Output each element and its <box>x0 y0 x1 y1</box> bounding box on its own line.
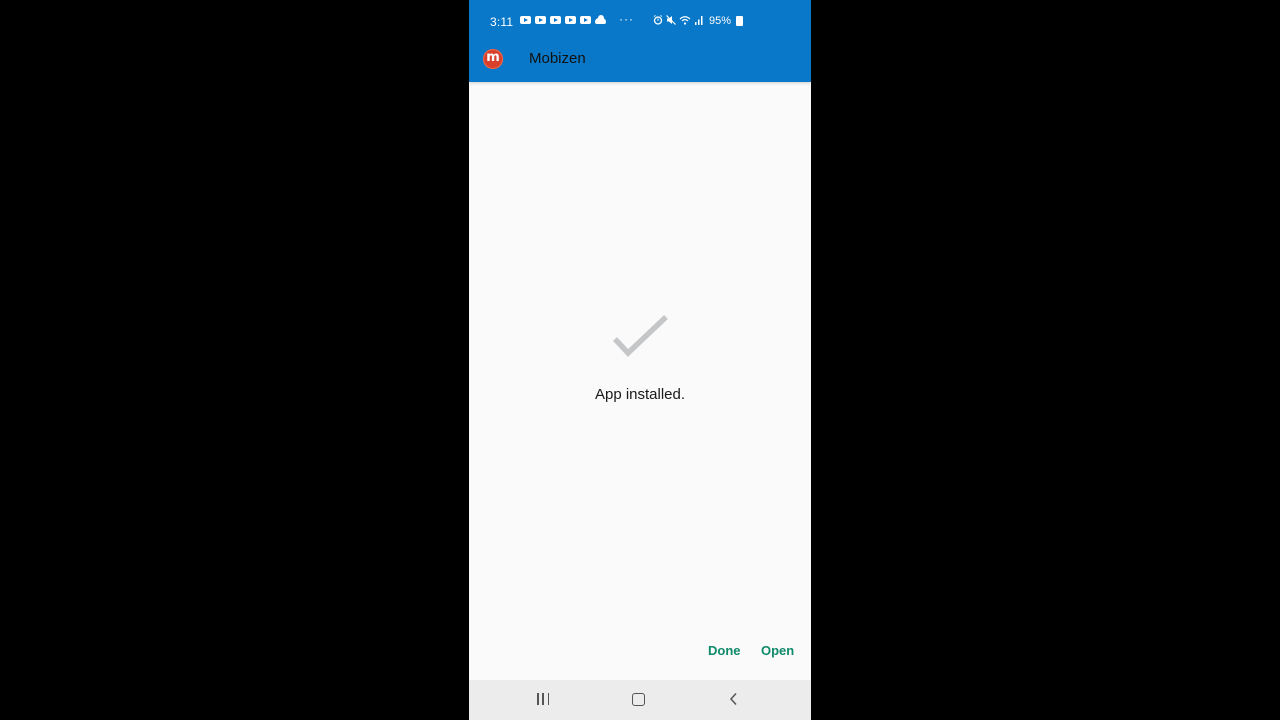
recents-icon[interactable] <box>537 693 549 706</box>
battery-icon <box>736 16 743 26</box>
youtube-icon <box>535 16 546 24</box>
app-title: Mobizen <box>529 50 586 67</box>
home-icon[interactable] <box>632 693 645 706</box>
cloud-icon <box>595 15 606 24</box>
signal-icon <box>694 15 704 28</box>
navigation-bar <box>469 680 811 720</box>
mobizen-logo: m <box>483 49 503 69</box>
checkmark-icon <box>611 313 671 361</box>
more-notifications-icon: ··· <box>619 12 634 26</box>
open-button[interactable]: Open <box>761 643 794 658</box>
youtube-icon <box>550 16 561 24</box>
install-status-message: App installed. <box>594 386 686 403</box>
status-time: 3:11 <box>490 15 514 29</box>
youtube-icon <box>520 16 531 24</box>
phone-screen: 3:11 ··· 95% m Mobizen App installed. Do… <box>469 0 811 720</box>
alarm-icon <box>653 15 663 28</box>
notification-icons <box>520 15 606 24</box>
done-button[interactable]: Done <box>708 643 741 658</box>
youtube-icon <box>580 16 591 24</box>
app-bar: 3:11 ··· 95% m Mobizen <box>469 0 811 82</box>
wifi-icon <box>679 15 691 28</box>
battery-level: 95% <box>709 15 732 27</box>
mute-icon <box>666 15 676 28</box>
status-bar: 3:11 ··· 95% <box>469 0 811 42</box>
back-icon[interactable] <box>728 692 740 706</box>
youtube-icon <box>565 16 576 24</box>
